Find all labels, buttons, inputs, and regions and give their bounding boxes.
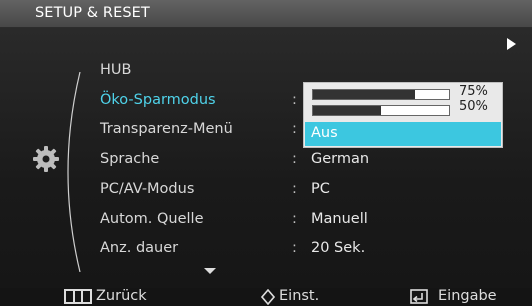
menu-value-pc-av-mode: PC [311, 181, 330, 197]
option-bar-75[interactable] [312, 89, 450, 100]
menu-arc-decoration [67, 72, 81, 272]
option-off-label: Aus [311, 125, 338, 141]
osd-window: SETUP & RESET HUB Öko-Sparmodus : Transp… [0, 0, 532, 306]
back-label: Zurück [96, 288, 147, 304]
gear-icon [33, 146, 59, 172]
page-title: SETUP & RESET [35, 5, 150, 21]
menu-item-transparency[interactable]: Transparenz-Menü [100, 121, 233, 137]
value-separator: : [292, 92, 297, 108]
enter-label: Eingabe [438, 288, 497, 304]
enter-icon [410, 289, 428, 304]
updown-icon [261, 289, 275, 305]
menu-item-hub[interactable]: HUB [100, 62, 131, 78]
option-bar-fill [313, 106, 381, 115]
value-separator: : [292, 181, 297, 197]
menu-value-auto-source: Manuell [311, 211, 368, 227]
option-off-selected[interactable]: Aus [305, 122, 501, 146]
return-icon [64, 289, 92, 304]
menu-item-eco-saving[interactable]: Öko-Sparmodus [100, 92, 216, 108]
value-separator: : [292, 240, 297, 256]
option-bar-50[interactable] [312, 105, 450, 116]
title-bar: SETUP & RESET [0, 0, 532, 28]
value-separator: : [292, 211, 297, 227]
option-bar-fill [313, 90, 415, 99]
menu-value-language: German [311, 151, 370, 167]
option-label-50: 50% [459, 99, 488, 114]
value-separator: : [292, 121, 297, 137]
menu-value-display-time: 20 Sek. [311, 240, 366, 256]
option-label-75: 75% [459, 84, 488, 99]
menu-item-pc-av-mode[interactable]: PC/AV-Modus [100, 181, 194, 197]
down-arrow-icon[interactable] [204, 268, 216, 274]
value-separator: : [292, 151, 297, 167]
eco-saving-popup: 75% 50% Aus [303, 82, 503, 148]
adjust-label: Einst. [279, 288, 320, 304]
footer-bar: Zurück Einst. Eingabe [0, 288, 532, 306]
right-arrow-icon[interactable] [507, 38, 516, 50]
menu-item-auto-source[interactable]: Autom. Quelle [100, 211, 204, 227]
menu-item-language[interactable]: Sprache [100, 151, 159, 167]
menu-item-display-time[interactable]: Anz. dauer [100, 240, 178, 256]
